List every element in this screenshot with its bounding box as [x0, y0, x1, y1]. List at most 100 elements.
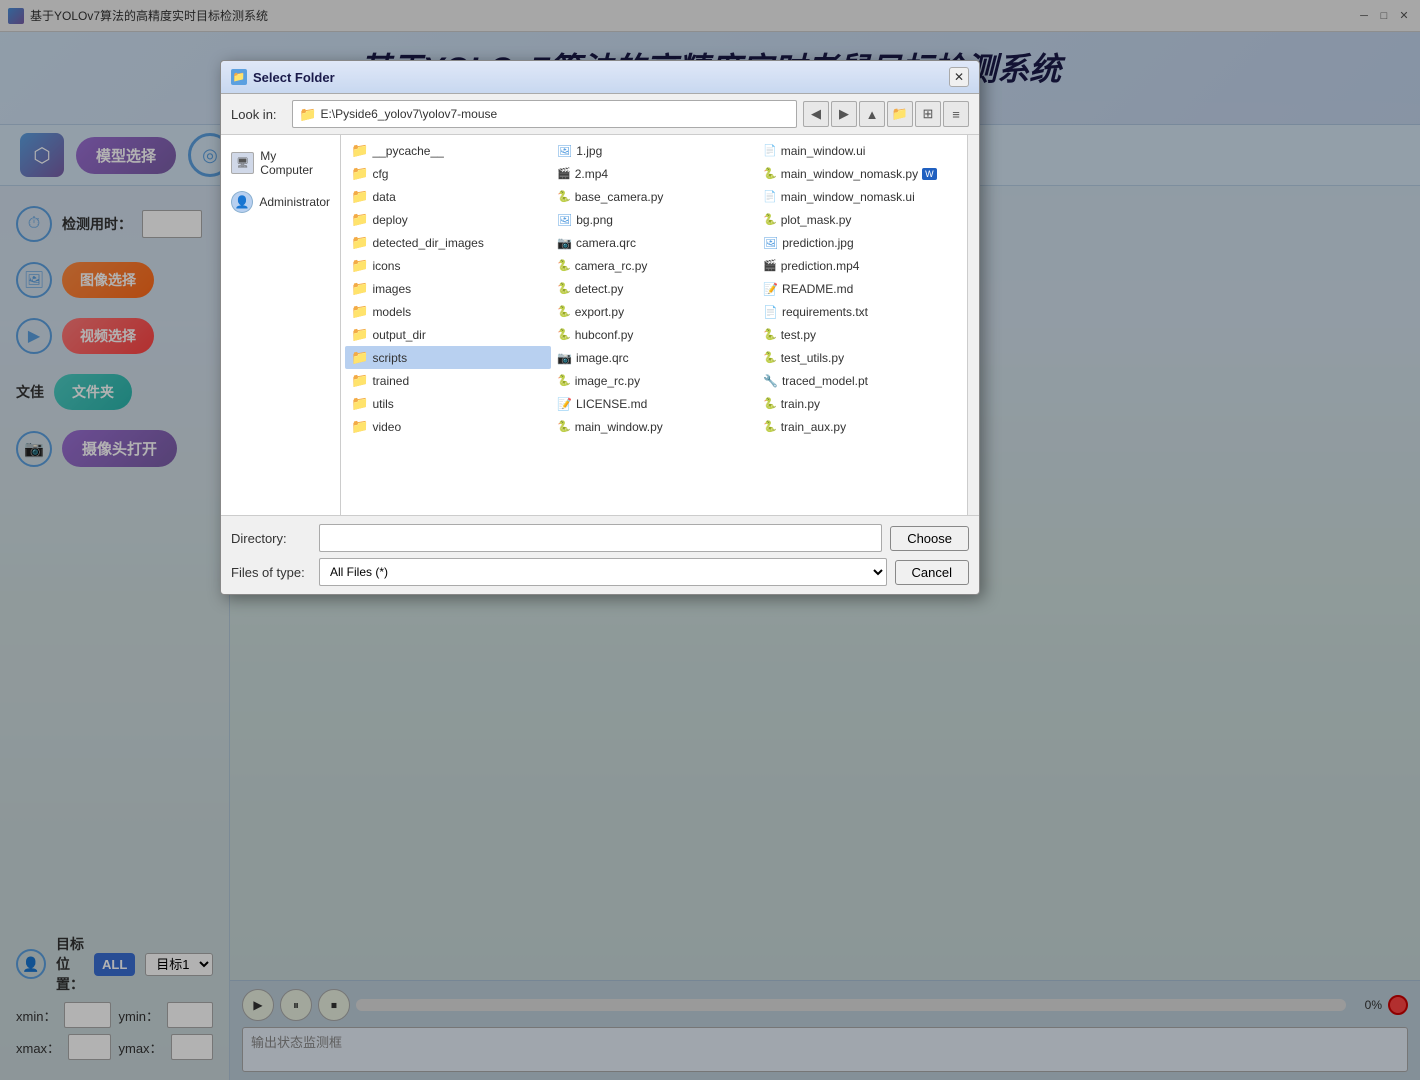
file-icons[interactable]: 📁 icons — [345, 254, 551, 277]
qrc-icon: 📷 — [557, 236, 572, 250]
file-2mp4[interactable]: 🎬 2.mp4 — [551, 162, 757, 185]
video-icon: 🎬 — [557, 167, 571, 180]
file-output-dir[interactable]: 📁 output_dir — [345, 323, 551, 346]
file-detected-dir[interactable]: 📁 detected_dir_images — [345, 231, 551, 254]
nav-up-button[interactable]: ▲ — [859, 101, 885, 127]
file-images[interactable]: 📁 images — [345, 277, 551, 300]
view-grid-button[interactable]: ⊞ — [915, 101, 941, 127]
file-traced-model[interactable]: 🔧 traced_model.pt — [757, 369, 963, 392]
file-train-py[interactable]: 🐍 train.py — [757, 392, 963, 415]
image-icon: 🖼 — [557, 213, 572, 227]
image-icon: 🖼 — [557, 144, 572, 158]
dialog-close-button[interactable]: ✕ — [949, 67, 969, 87]
py-icon: 🐍 — [763, 328, 777, 341]
py-icon: 🐍 — [763, 420, 777, 433]
file-image-qrc[interactable]: 📷 image.qrc — [551, 346, 757, 369]
file-hubconf[interactable]: 🐍 hubconf.py — [551, 323, 757, 346]
dialog-scrollbar[interactable] — [967, 135, 979, 515]
file-plot-mask[interactable]: 🐍 plot_mask.py — [757, 208, 963, 231]
dialog-body: 🖥 My Computer 👤 Administrator 📁 __pycach… — [221, 135, 979, 515]
file-grid: 📁 __pycache__ 🖼 1.jpg 📄 main_window.ui 📁 — [345, 139, 963, 438]
directory-label: Directory: — [231, 531, 311, 546]
file-camera-qrc[interactable]: 📷 camera.qrc — [551, 231, 757, 254]
file-main-window-ui[interactable]: 📄 main_window.ui — [757, 139, 963, 162]
ui-icon: 📄 — [763, 190, 777, 203]
file-bgpng[interactable]: 🖼 bg.png — [551, 208, 757, 231]
nav-administrator[interactable]: 👤 Administrator — [221, 185, 340, 219]
ui-icon: 📄 — [763, 144, 777, 157]
py-icon: 🐍 — [763, 167, 777, 180]
file-models[interactable]: 📁 models — [345, 300, 551, 323]
py-icon: 🐍 — [557, 420, 571, 433]
qrc-icon: 📷 — [557, 351, 572, 365]
py-icon: 🐍 — [557, 374, 571, 387]
dialog-titlebar: 📁 Select Folder ✕ — [221, 61, 979, 94]
lookin-nav-buttons: ◀ ▶ ▲ 📁 ⊞ ≡ — [803, 101, 969, 127]
file-detect-py[interactable]: 🐍 detect.py — [551, 277, 757, 300]
folder-icon: 📁 — [351, 165, 368, 182]
file-trained[interactable]: 📁 trained — [345, 369, 551, 392]
py-icon: 🐍 — [557, 328, 571, 341]
lookin-label: Look in: — [231, 107, 286, 122]
file-readme[interactable]: 📝 README.md — [757, 277, 963, 300]
user-icon: 👤 — [231, 191, 253, 213]
directory-row: Directory: Choose — [231, 524, 969, 552]
choose-button[interactable]: Choose — [890, 526, 969, 551]
file-deploy[interactable]: 📁 deploy — [345, 208, 551, 231]
py-icon: 🐍 — [763, 397, 777, 410]
folder-icon: 📁 — [351, 234, 368, 251]
file-image-rc[interactable]: 🐍 image_rc.py — [551, 369, 757, 392]
nav-back-button[interactable]: ◀ — [803, 101, 829, 127]
cancel-button[interactable]: Cancel — [895, 560, 969, 585]
file-prediction-mp4[interactable]: 🎬 prediction.mp4 — [757, 254, 963, 277]
file-license[interactable]: 📝 LICENSE.md — [551, 392, 757, 415]
file-data[interactable]: 📁 data — [345, 185, 551, 208]
txt-icon: 📄 — [763, 305, 778, 319]
file-main-window-nomask-py[interactable]: 🐍 main_window_nomask.py W — [757, 162, 963, 185]
folder-icon: 📁 — [351, 303, 368, 320]
nav-administrator-label: Administrator — [259, 195, 330, 209]
lookin-path-text: E:\Pyside6_yolov7\yolov7-mouse — [320, 107, 497, 121]
file-1jpg[interactable]: 🖼 1.jpg — [551, 139, 757, 162]
nav-my-computer-label: My Computer — [260, 149, 330, 177]
md-icon: 📝 — [557, 397, 572, 411]
file-test-py[interactable]: 🐍 test.py — [757, 323, 963, 346]
file-main-window-py[interactable]: 🐍 main_window.py — [551, 415, 757, 438]
file-test-utils[interactable]: 🐍 test_utils.py — [757, 346, 963, 369]
file-utils[interactable]: 📁 utils — [345, 392, 551, 415]
folder-icon: 📁 — [351, 418, 368, 435]
py-icon: 🐍 — [557, 190, 571, 203]
file-pycache[interactable]: 📁 __pycache__ — [345, 139, 551, 162]
computer-icon: 🖥 — [231, 152, 254, 174]
file-base-camera[interactable]: 🐍 base_camera.py — [551, 185, 757, 208]
file-train-aux[interactable]: 🐍 train_aux.py — [757, 415, 963, 438]
file-export-py[interactable]: 🐍 export.py — [551, 300, 757, 323]
nav-my-computer[interactable]: 🖥 My Computer — [221, 143, 340, 183]
file-main-window-nomask-ui[interactable]: 📄 main_window_nomask.ui — [757, 185, 963, 208]
files-type-select[interactable]: All Files (*) — [319, 558, 887, 586]
dialog-footer: Directory: Choose Files of type: All Fil… — [221, 515, 979, 594]
directory-input[interactable] — [319, 524, 882, 552]
nav-folder-button[interactable]: 📁 — [887, 101, 913, 127]
files-type-label: Files of type: — [231, 565, 311, 580]
folder-icon: 📁 — [299, 106, 316, 123]
folder-icon: 📁 — [351, 349, 368, 366]
file-video[interactable]: 📁 video — [345, 415, 551, 438]
folder-icon: 📁 — [351, 211, 368, 228]
select-folder-dialog: 📁 Select Folder ✕ Look in: 📁 E:\Pyside6_… — [220, 60, 980, 595]
py-icon: 🐍 — [763, 213, 777, 226]
py-icon: 🐍 — [557, 259, 571, 272]
file-camera-rc[interactable]: 🐍 camera_rc.py — [551, 254, 757, 277]
file-cfg[interactable]: 📁 cfg — [345, 162, 551, 185]
dialog-overlay: 📁 Select Folder ✕ Look in: 📁 E:\Pyside6_… — [0, 0, 1420, 1080]
file-requirements[interactable]: 📄 requirements.txt — [757, 300, 963, 323]
nav-forward-button[interactable]: ▶ — [831, 101, 857, 127]
view-list-button[interactable]: ≡ — [943, 101, 969, 127]
file-scripts[interactable]: 📁 scripts — [345, 346, 551, 369]
image-icon: 🖼 — [763, 236, 778, 250]
folder-icon: 📁 — [351, 372, 368, 389]
py-icon: 🐍 — [557, 305, 571, 318]
file-prediction-jpg[interactable]: 🖼 prediction.jpg — [757, 231, 963, 254]
word-badge: W — [922, 168, 937, 180]
folder-icon: 📁 — [351, 395, 368, 412]
